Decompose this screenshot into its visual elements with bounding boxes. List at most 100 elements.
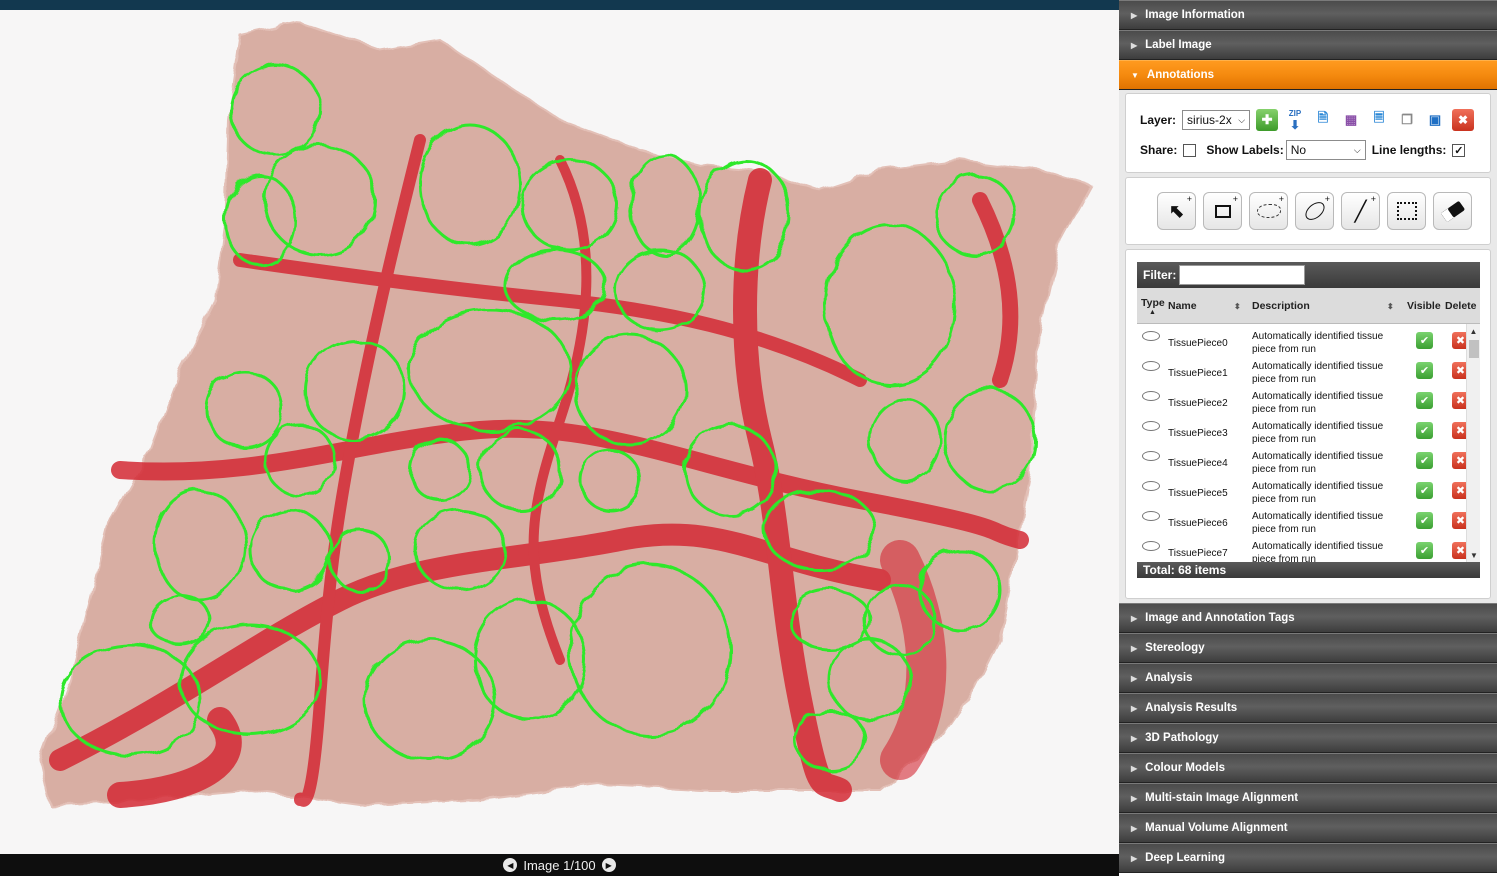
chevron-down-icon: ⌵ [1238,114,1246,125]
section-colour-models[interactable]: ▶ Colour Models [1119,753,1497,783]
triangle-right-icon: ▶ [1131,763,1138,773]
freehand-icon [1142,331,1160,341]
import-image-icon[interactable]: ▦ [1340,109,1362,131]
visible-toggle[interactable]: ✔ [1416,392,1433,409]
section-annotations[interactable]: ▼ Annotations [1119,60,1497,90]
scroll-thumb[interactable] [1469,340,1479,358]
triangle-right-icon: ▶ [1131,40,1138,50]
visible-toggle[interactable]: ✔ [1416,452,1433,469]
filter-bar: Filter: [1137,262,1480,288]
section-deep-learning[interactable]: ▶ Deep Learning [1119,843,1497,873]
share-label: Share: [1140,143,1178,157]
visible-toggle[interactable]: ✔ [1416,362,1433,379]
triangle-right-icon: ▶ [1131,643,1138,653]
freehand-icon [1142,451,1160,461]
table-row[interactable]: TissuePiece0 Automatically identified tis… [1137,324,1480,355]
ellipse-tool[interactable]: + [1295,192,1334,230]
column-name[interactable]: Name [1168,288,1197,324]
sort-asc-icon: ▲ [1149,308,1156,316]
table-row[interactable]: TissuePiece6 Automatically identified tis… [1137,504,1480,535]
visible-toggle[interactable]: ✔ [1416,482,1433,499]
freehand-tool[interactable]: + [1249,192,1288,230]
triangle-right-icon: ▶ [1131,613,1138,623]
layer-controls: Layer: sirius-2x ⌵ ✚ ZIP ⬇ 🗎 ▦ 🗏 ❐ ▣ ✖ Sha… [1125,93,1491,173]
section-stereology[interactable]: ▶ Stereology [1119,633,1497,663]
layer-select[interactable]: sirius-2x ⌵ [1182,110,1251,130]
section-multi-stain-alignment[interactable]: ▶ Multi-stain Image Alignment [1119,783,1497,813]
line-icon: ╱ [1354,200,1367,223]
section-manual-volume-alignment[interactable]: ▶ Manual Volume Alignment [1119,813,1497,843]
triangle-right-icon: ▶ [1131,703,1138,713]
layer-label: Layer: [1140,113,1177,127]
image-counter: Image 1/100 [523,857,596,873]
triangle-right-icon: ▶ [1131,823,1138,833]
visible-toggle[interactable]: ✔ [1416,422,1433,439]
section-label-image[interactable]: ▶ Label Image [1119,30,1497,60]
table-body: TissuePiece0 Automatically identified tis… [1137,324,1480,562]
column-delete: Delete [1445,300,1477,312]
download-file-icon[interactable]: 🗏 [1368,109,1390,131]
table-header: Type ▲ Name ⬍ Description ⬍ Visible Delet… [1137,288,1480,324]
triangle-right-icon: ▶ [1131,733,1138,743]
scroll-up-icon[interactable]: ▲ [1467,324,1480,338]
triangle-right-icon: ▶ [1131,10,1138,20]
filter-input[interactable] [1179,265,1306,285]
table-row[interactable]: TissuePiece4 Automatically identified tis… [1137,444,1480,475]
table-row[interactable]: TissuePiece2 Automatically identified tis… [1137,384,1480,415]
total-items: Total: 68 items [1137,562,1480,578]
eraser-tool[interactable] [1433,192,1472,230]
triangle-right-icon: ▶ [1131,853,1138,863]
upload-file-icon[interactable]: 🗎 [1312,109,1334,131]
tissue-slide-image[interactable] [0,10,1119,854]
show-labels-label: Show Labels: [1206,143,1284,157]
visible-toggle[interactable]: ✔ [1416,512,1433,529]
copy-icon[interactable]: ❐ [1396,109,1418,131]
section-analysis[interactable]: ▶ Analysis [1119,663,1497,693]
freehand-icon [1142,361,1160,371]
line-lengths-checkbox[interactable]: ✓ [1452,143,1466,157]
drawing-tools: ⬉ + + + + ╱ + [1125,177,1491,245]
save-icon[interactable]: ▣ [1424,109,1446,131]
rectangle-tool[interactable]: + [1203,192,1242,230]
ellipse-icon [1301,198,1328,224]
visible-toggle[interactable]: ✔ [1416,332,1433,349]
download-zip-button[interactable]: ZIP ⬇ [1284,109,1306,132]
table-row[interactable]: TissuePiece7 Automatically identified tis… [1137,534,1480,562]
sort-icon[interactable]: ⬍ [1387,288,1394,324]
selection-tool[interactable] [1387,192,1426,230]
table-row[interactable]: TissuePiece5 Automatically identified tis… [1137,474,1480,505]
section-analysis-results[interactable]: ▶ Analysis Results [1119,693,1497,723]
freehand-icon [1142,541,1160,551]
annotation-list: Filter: Type ▲ Name ⬍ Description ⬍ Visib… [1125,249,1491,599]
select-arrow-tool[interactable]: ⬉ + [1157,192,1196,230]
chevron-down-icon: ⌵ [1353,144,1361,155]
next-image-icon[interactable]: ▶ [601,858,616,872]
section-3d-pathology[interactable]: ▶ 3D Pathology [1119,723,1497,753]
share-checkbox[interactable] [1183,143,1197,157]
section-image-information[interactable]: ▶ Image Information [1119,0,1497,30]
triangle-right-icon: ▶ [1131,793,1138,803]
table-row[interactable]: TissuePiece1 Automatically identified tis… [1137,354,1480,385]
sort-icon[interactable]: ⬍ [1234,288,1241,324]
slide-viewer[interactable] [0,10,1119,854]
side-panel: ▶ Image Information ▶ Label Image ▼ Annotat… [1119,0,1497,876]
add-layer-button[interactable]: ✚ [1256,109,1279,131]
visible-toggle[interactable]: ✔ [1416,542,1433,559]
column-description[interactable]: Description [1252,288,1310,324]
section-image-annotation-tags[interactable]: ▶ Image and Annotation Tags [1119,603,1497,633]
filter-label: Filter: [1143,268,1177,282]
scroll-down-icon[interactable]: ▼ [1467,548,1480,562]
line-tool[interactable]: ╱ + [1341,192,1380,230]
eraser-icon [1440,200,1465,222]
freehand-icon [1142,421,1160,431]
show-labels-select[interactable]: No ⌵ [1285,140,1366,160]
table-row[interactable]: TissuePiece3 Automatically identified tis… [1137,414,1480,445]
delete-layer-button[interactable]: ✖ [1452,109,1475,131]
list-scrollbar[interactable]: ▲ ▼ [1466,324,1480,562]
column-type[interactable]: Type ▲ [1141,288,1165,324]
arrow-icon: ⬉ [1168,200,1185,221]
prev-image-icon[interactable]: ◀ [503,858,518,872]
image-navigation-bar: ◀ Image 1/100 ▶ [0,854,1119,876]
triangle-down-icon: ▼ [1131,70,1139,80]
freehand-icon [1142,481,1160,491]
